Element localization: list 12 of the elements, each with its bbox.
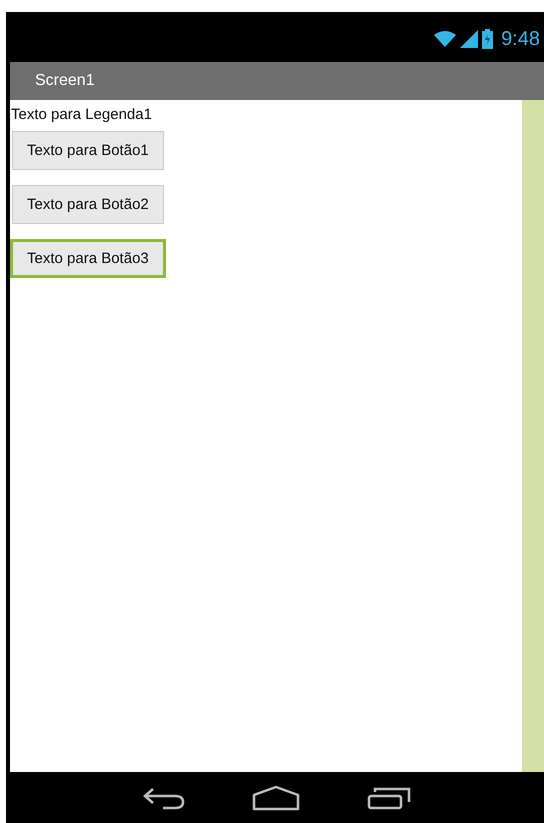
screen-title: Screen1	[35, 72, 95, 90]
recent-apps-icon[interactable]	[366, 786, 411, 810]
app-button[interactable]: Texto para Botão1	[12, 131, 164, 170]
battery-icon	[482, 29, 494, 49]
signal-icon	[460, 30, 478, 48]
app-button[interactable]: Texto para Botão3	[10, 239, 166, 278]
home-icon[interactable]	[252, 784, 300, 810]
wifi-icon	[434, 30, 456, 48]
label-text: Texto para Legenda1	[11, 106, 153, 123]
status-time: 9:48	[501, 28, 540, 50]
app-button[interactable]: Texto para Botão2	[12, 185, 164, 224]
back-icon[interactable]	[143, 786, 186, 810]
